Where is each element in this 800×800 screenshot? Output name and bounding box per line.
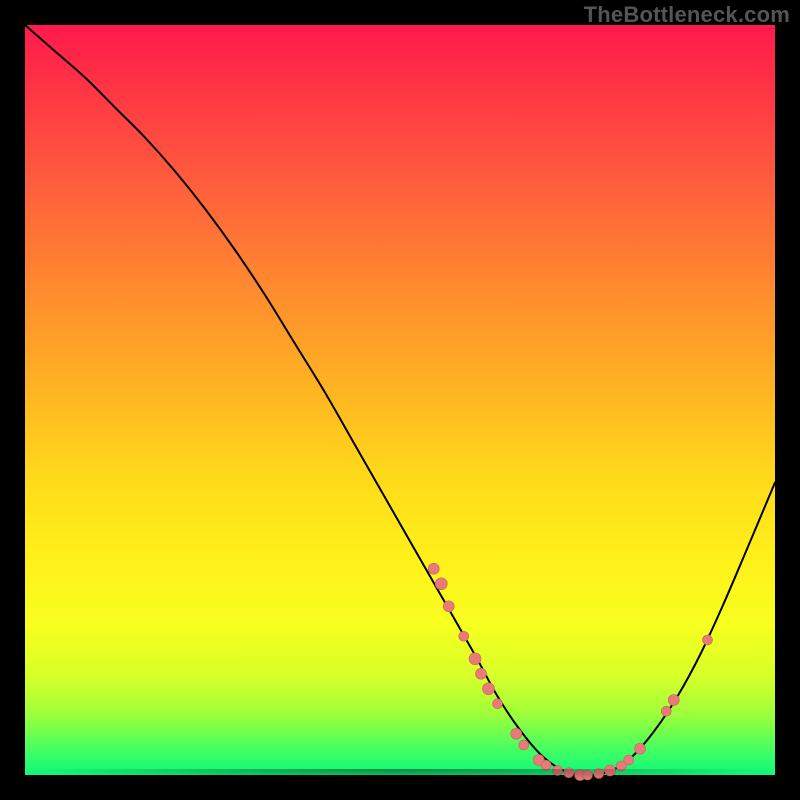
- data-marker: [435, 578, 447, 590]
- data-marker: [428, 563, 439, 574]
- data-marker: [624, 755, 634, 765]
- data-marker: [668, 695, 679, 706]
- data-marker: [519, 740, 529, 750]
- data-marker: [703, 635, 713, 645]
- data-marker: [541, 760, 551, 770]
- chart-frame: TheBottleneck.com: [0, 0, 800, 800]
- data-marker: [493, 699, 503, 709]
- data-marker: [553, 766, 563, 776]
- data-marker: [443, 601, 454, 612]
- data-marker: [459, 631, 469, 641]
- data-marker: [564, 768, 574, 778]
- data-marker: [483, 683, 495, 695]
- data-marker: [511, 728, 522, 739]
- data-marker: [661, 706, 671, 716]
- plot-area: [25, 25, 775, 775]
- bottleneck-curve: [25, 25, 775, 775]
- plot-svg: [25, 25, 775, 775]
- data-marker: [469, 653, 481, 665]
- data-marker: [605, 765, 616, 776]
- data-marker: [583, 770, 593, 780]
- data-marker: [594, 769, 604, 779]
- data-marker: [635, 743, 646, 754]
- data-marker: [476, 668, 487, 679]
